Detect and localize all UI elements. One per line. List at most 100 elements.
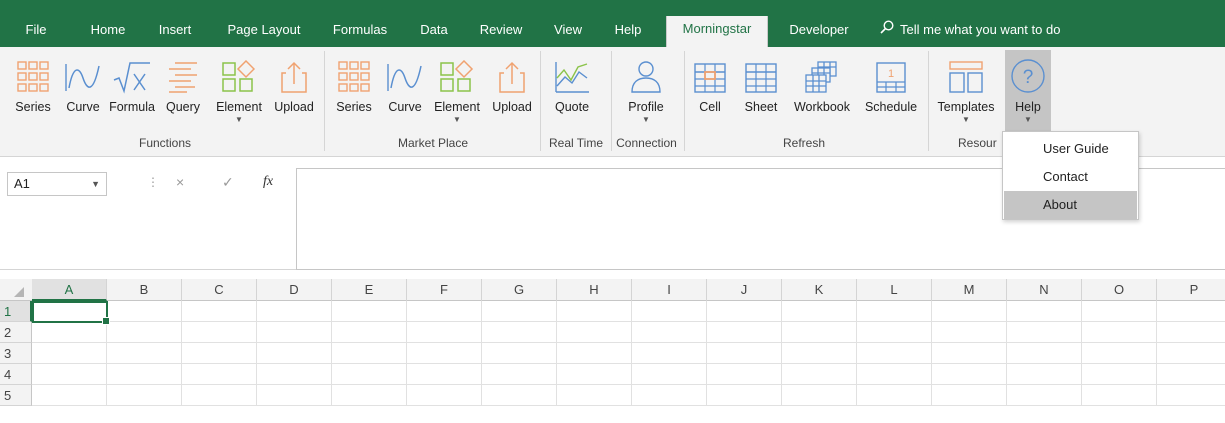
cell-b2[interactable] [107, 322, 182, 343]
tab-help[interactable]: Help [606, 17, 650, 47]
cell-l4[interactable] [857, 364, 932, 385]
cell-f5[interactable] [407, 385, 482, 406]
column-header-k[interactable]: K [782, 279, 857, 301]
market-upload-button[interactable]: Upload [487, 50, 537, 138]
insert-function-icon[interactable]: fx [263, 174, 273, 190]
column-header-i[interactable]: I [632, 279, 707, 301]
column-header-o[interactable]: O [1082, 279, 1157, 301]
cell-p1[interactable] [1157, 301, 1225, 322]
cell-f2[interactable] [407, 322, 482, 343]
cell-b1[interactable] [107, 301, 182, 322]
curve-button[interactable]: Curve [60, 50, 106, 138]
cell-n4[interactable] [1007, 364, 1082, 385]
cell-i5[interactable] [632, 385, 707, 406]
tab-review[interactable]: Review [474, 17, 528, 47]
cell-b4[interactable] [107, 364, 182, 385]
cell-k5[interactable] [782, 385, 857, 406]
cell-b5[interactable] [107, 385, 182, 406]
cell-d1[interactable] [257, 301, 332, 322]
tab-home[interactable]: Home [84, 17, 132, 47]
row-header-3[interactable]: 3 [0, 343, 32, 364]
cell-n3[interactable] [1007, 343, 1082, 364]
row-header-4[interactable]: 4 [0, 364, 32, 385]
cell-l2[interactable] [857, 322, 932, 343]
column-header-e[interactable]: E [332, 279, 407, 301]
cell-p2[interactable] [1157, 322, 1225, 343]
query-button[interactable]: Query [160, 50, 206, 138]
sheet-button[interactable]: Sheet [738, 50, 784, 138]
profile-button[interactable]: Profile ▼ [620, 50, 672, 138]
column-header-a[interactable]: A [32, 279, 107, 301]
column-header-g[interactable]: G [482, 279, 557, 301]
row-header-2[interactable]: 2 [0, 322, 32, 343]
cell-e3[interactable] [332, 343, 407, 364]
column-header-n[interactable]: N [1007, 279, 1082, 301]
cell-l3[interactable] [857, 343, 932, 364]
market-curve-button[interactable]: Curve [382, 50, 428, 138]
column-header-h[interactable]: H [557, 279, 632, 301]
cell-l1[interactable] [857, 301, 932, 322]
cell-g1[interactable] [482, 301, 557, 322]
tab-morningstar[interactable]: Morningstar [666, 16, 768, 47]
cell-g4[interactable] [482, 364, 557, 385]
name-box[interactable]: A1 ▼ [7, 172, 107, 196]
cell-i3[interactable] [632, 343, 707, 364]
templates-button[interactable]: Templates ▼ [932, 50, 1000, 138]
cell-m3[interactable] [932, 343, 1007, 364]
cell-h3[interactable] [557, 343, 632, 364]
cell-h2[interactable] [557, 322, 632, 343]
cell-m5[interactable] [932, 385, 1007, 406]
enter-check-icon[interactable]: ✓ [222, 174, 234, 191]
formula-button[interactable]: Formula [107, 50, 157, 138]
cell-n2[interactable] [1007, 322, 1082, 343]
active-cell-a1[interactable] [32, 301, 110, 325]
cell-p4[interactable] [1157, 364, 1225, 385]
cell-k1[interactable] [782, 301, 857, 322]
column-header-p[interactable]: P [1157, 279, 1225, 301]
cell-j5[interactable] [707, 385, 782, 406]
cell-m1[interactable] [932, 301, 1007, 322]
cell-o3[interactable] [1082, 343, 1157, 364]
menu-item-user-guide[interactable]: User Guide [1004, 135, 1137, 163]
tab-data[interactable]: Data [413, 17, 455, 47]
column-header-c[interactable]: C [182, 279, 257, 301]
cell-k4[interactable] [782, 364, 857, 385]
cell-p3[interactable] [1157, 343, 1225, 364]
schedule-button[interactable]: 1 Schedule [858, 50, 924, 138]
cell-f4[interactable] [407, 364, 482, 385]
cell-c2[interactable] [182, 322, 257, 343]
cell-g2[interactable] [482, 322, 557, 343]
cell-a2[interactable] [32, 322, 107, 343]
cell-d4[interactable] [257, 364, 332, 385]
tab-developer[interactable]: Developer [778, 17, 860, 47]
cell-d2[interactable] [257, 322, 332, 343]
cancel-icon[interactable]: × [176, 174, 184, 190]
cell-c4[interactable] [182, 364, 257, 385]
column-header-b[interactable]: B [107, 279, 182, 301]
cell-i2[interactable] [632, 322, 707, 343]
cell-e1[interactable] [332, 301, 407, 322]
cell-o4[interactable] [1082, 364, 1157, 385]
cell-o1[interactable] [1082, 301, 1157, 322]
cell-p5[interactable] [1157, 385, 1225, 406]
column-header-m[interactable]: M [932, 279, 1007, 301]
cell-n5[interactable] [1007, 385, 1082, 406]
cell-m4[interactable] [932, 364, 1007, 385]
element-button[interactable]: Element ▼ [210, 50, 268, 138]
cell-h5[interactable] [557, 385, 632, 406]
cell-h4[interactable] [557, 364, 632, 385]
upload-button[interactable]: Upload [269, 50, 319, 138]
cell-a4[interactable] [32, 364, 107, 385]
cell-e2[interactable] [332, 322, 407, 343]
cell-f3[interactable] [407, 343, 482, 364]
cell-l5[interactable] [857, 385, 932, 406]
tab-page-layout[interactable]: Page Layout [219, 17, 309, 47]
cell-c1[interactable] [182, 301, 257, 322]
market-series-button[interactable]: Series [331, 50, 377, 138]
column-header-j[interactable]: J [707, 279, 782, 301]
cell-k3[interactable] [782, 343, 857, 364]
row-header-5[interactable]: 5 [0, 385, 32, 406]
cell-j3[interactable] [707, 343, 782, 364]
cell-o5[interactable] [1082, 385, 1157, 406]
cell-a3[interactable] [32, 343, 107, 364]
